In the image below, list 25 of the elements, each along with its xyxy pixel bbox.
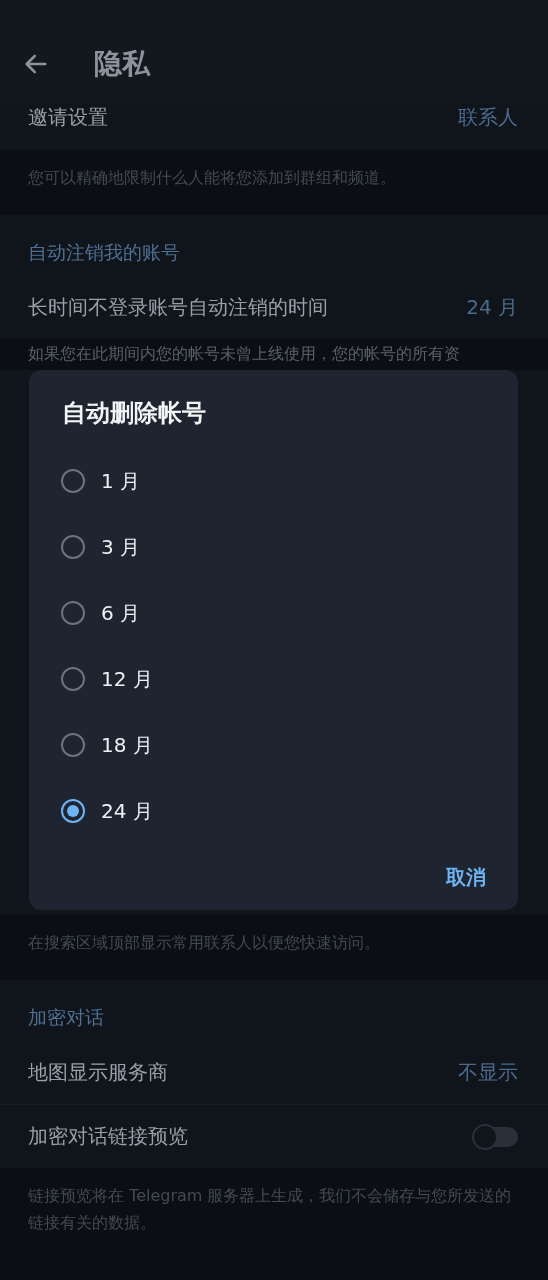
period-option[interactable]: 24 月 — [29, 778, 518, 844]
dialog-title: 自动删除帐号 — [62, 398, 206, 429]
section-header: 加密对话 — [27, 1005, 105, 1030]
setting-label[interactable]: 长时间不登录账号自动注销的时间 — [28, 293, 328, 321]
setting-label[interactable]: 加密对话链接预览 — [28, 1123, 188, 1150]
setting-label[interactable]: 地图显示服务商 — [28, 1058, 168, 1086]
period-option[interactable]: 12 月 — [29, 646, 518, 712]
radio-button[interactable] — [61, 601, 85, 625]
period-option[interactable]: 6 月 — [29, 580, 518, 646]
toggle-switch[interactable] — [474, 1126, 518, 1147]
cancel-button[interactable]: 取消 — [438, 857, 494, 897]
hint-text: 在搜索区域顶部显示常用联系人以便您快速访问。 — [27, 932, 381, 954]
setting-label[interactable]: 邀请设置 — [28, 104, 108, 131]
period-option[interactable]: 18 月 — [29, 712, 518, 778]
hint-text: 您可以精确地限制什么人能将您添加到群组和频道。 — [27, 167, 397, 189]
period-option[interactable]: 1 月 — [29, 448, 518, 514]
radio-button[interactable] — [61, 733, 85, 757]
radio-button[interactable] — [61, 799, 85, 823]
hint-text: 如果您在此期间内您的帐号未曾上线使用，您的帐号的所有资 — [27, 343, 461, 365]
section-header: 自动注销我的账号 — [27, 240, 181, 265]
radio-button[interactable] — [61, 469, 85, 493]
period-option[interactable]: 3 月 — [29, 514, 518, 580]
radio-button[interactable] — [61, 667, 85, 691]
radio-button[interactable] — [61, 535, 85, 559]
screen-title: 隐私 — [94, 46, 150, 82]
